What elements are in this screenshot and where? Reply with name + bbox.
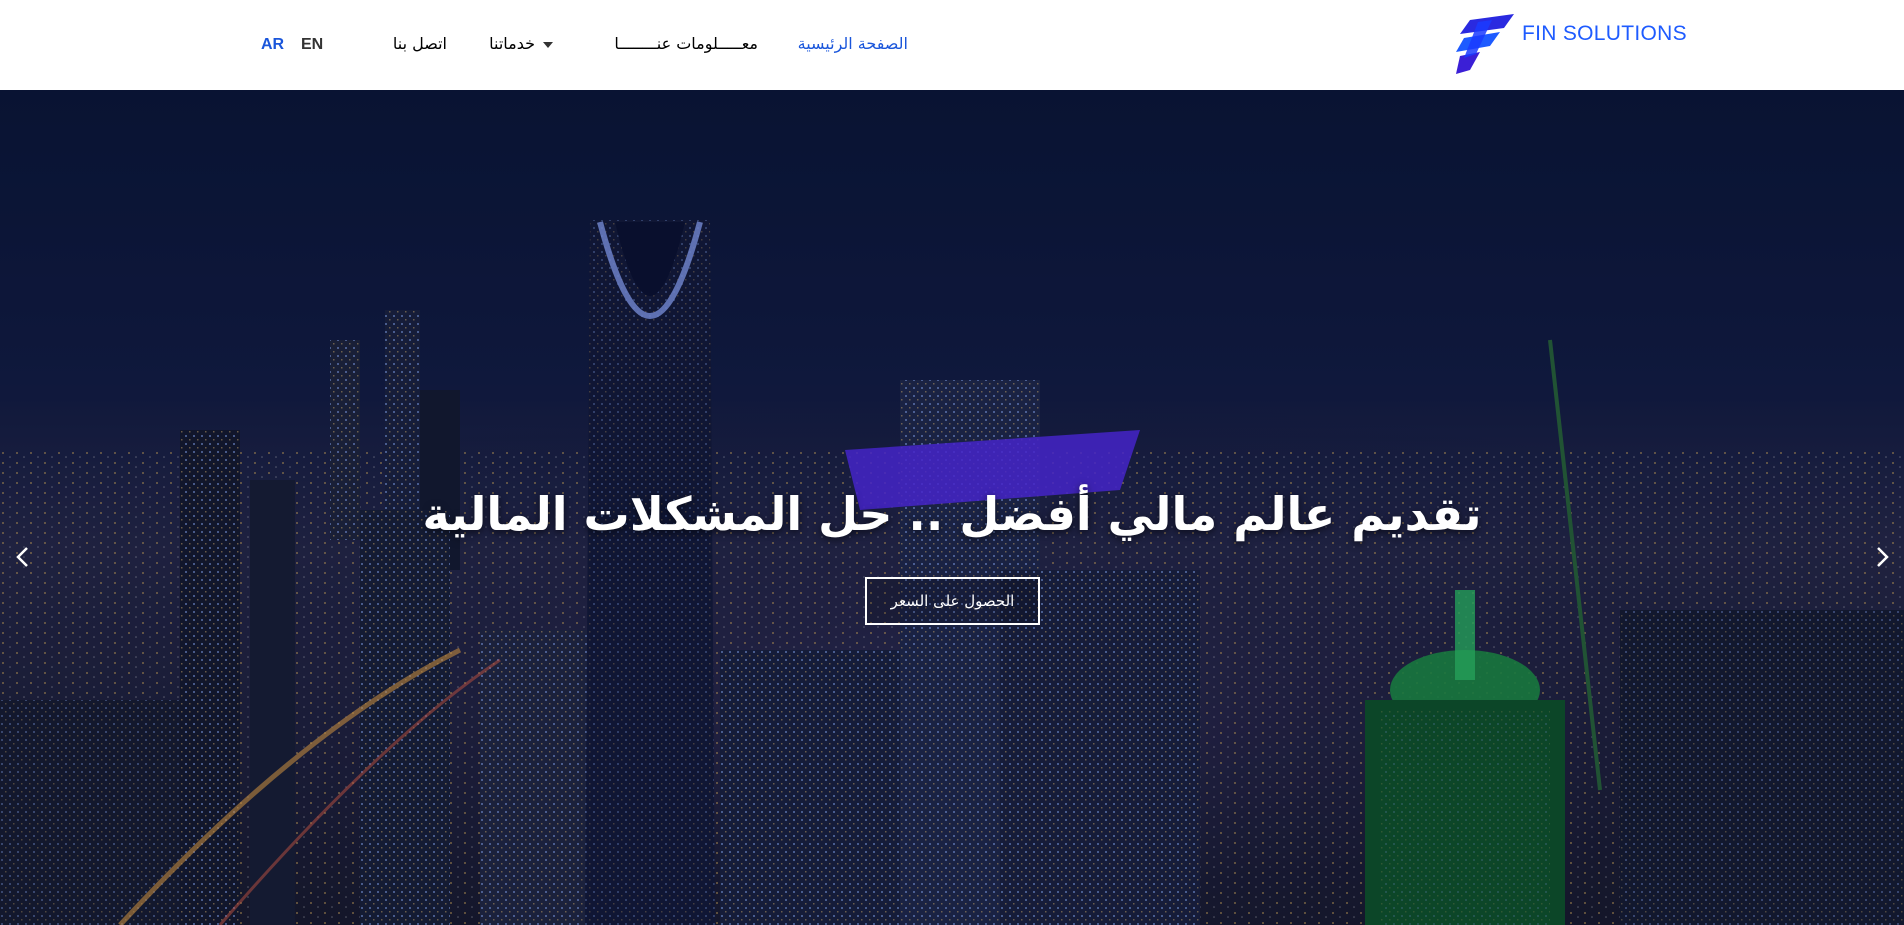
caret-down-icon: [543, 41, 553, 48]
get-quote-button[interactable]: الحصول على السعر: [865, 577, 1040, 625]
nav-services-label: خدماتنا: [489, 34, 535, 53]
nav-services[interactable]: خدماتنا: [489, 34, 553, 53]
fin-solutions-logo-icon: [1456, 14, 1514, 74]
brand-name: FIN SOLUTIONS: [1522, 22, 1687, 45]
site-header: FIN SOLUTIONS الصفحة الرئيسية معـــــلوم…: [0, 0, 1904, 90]
language-en[interactable]: EN: [301, 36, 323, 54]
chevron-left-icon: [16, 547, 28, 567]
slider-prev-button[interactable]: [8, 542, 38, 572]
language-ar[interactable]: AR: [261, 36, 284, 54]
hero-title: تقديم عالم مالي أفضل .. حل المشكلات الما…: [422, 487, 1482, 541]
slider-next-button[interactable]: [1867, 542, 1897, 572]
nav-contact[interactable]: اتصل بنا: [393, 34, 447, 53]
nav-about[interactable]: معـــــلومات عنــــــــا: [614, 34, 758, 53]
brand[interactable]: FIN SOLUTIONS: [1456, 14, 1687, 74]
chevron-right-icon: [1877, 547, 1889, 567]
hero-slider: تقديم عالم مالي أفضل .. حل المشكلات الما…: [0, 90, 1904, 925]
nav-home[interactable]: الصفحة الرئيسية: [798, 34, 908, 53]
